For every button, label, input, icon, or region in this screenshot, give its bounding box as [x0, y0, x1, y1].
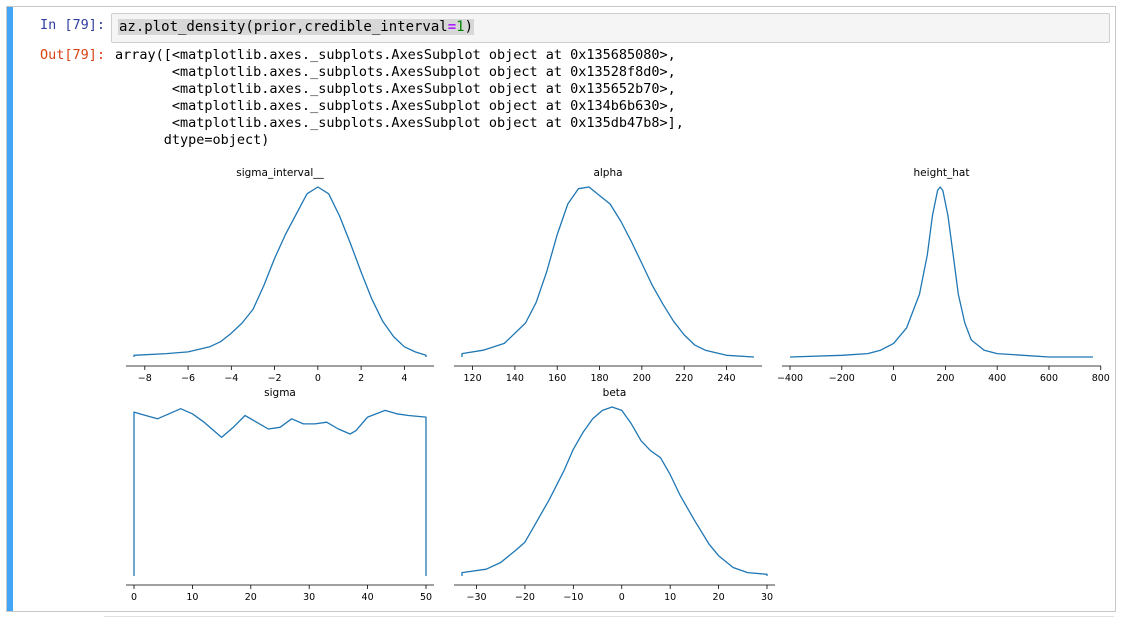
- x-tick-label: 40: [362, 592, 374, 603]
- x-tick-label: 20: [713, 592, 725, 603]
- x-tick-label: 200: [936, 373, 954, 384]
- density-curve: [789, 186, 1093, 358]
- x-tick-label: 10: [664, 592, 676, 603]
- x-tick-label: −8: [138, 373, 152, 384]
- x-tick-label: 220: [675, 373, 693, 384]
- subplot-title: beta: [603, 387, 627, 399]
- x-tick-label: −4: [224, 373, 238, 384]
- x-tick-label: 600: [1040, 373, 1058, 384]
- density-curve: [461, 186, 755, 358]
- x-tick-label: 0: [315, 373, 321, 384]
- x-tick-label: −6: [181, 373, 195, 384]
- x-tick-label: 4: [401, 373, 407, 384]
- x-tick-label: 50: [420, 592, 432, 603]
- x-tick-label: 0: [619, 592, 625, 603]
- x-tick-label: 30: [303, 592, 315, 603]
- subplot-title: sigma_interval__: [236, 167, 324, 179]
- x-tick-label: −20: [515, 592, 535, 603]
- x-tick-label: 140: [506, 373, 524, 384]
- x-tick-label: 20: [245, 592, 257, 603]
- density-curve: [133, 186, 427, 357]
- x-tick-label: 0: [891, 373, 897, 384]
- x-tick-label: 400: [988, 373, 1006, 384]
- x-tick-label: 0: [131, 592, 137, 603]
- x-tick-label: 160: [548, 373, 566, 384]
- x-tick-label: −400: [777, 373, 803, 384]
- subplot-title: sigma: [264, 387, 296, 399]
- x-tick-label: 2: [358, 373, 364, 384]
- x-tick-label: −10: [563, 592, 583, 603]
- density-plots: sigma_interval__−8 −6 −4 −2 0 2 4alpha120 140 16…: [126, 167, 1110, 603]
- subplot-title: height_hat: [914, 167, 970, 179]
- x-tick-label: 10: [186, 592, 198, 603]
- subplot-title: alpha: [593, 167, 622, 179]
- notebook-cell[interactable]: In [79]: az.plot_density(prior,credible_…: [6, 6, 1116, 612]
- x-tick-label: −30: [466, 592, 486, 603]
- next-cell-divider: [104, 616, 1114, 617]
- density-curve: [461, 406, 768, 576]
- density-curve: [133, 408, 427, 576]
- x-tick-label: 180: [590, 373, 608, 384]
- x-tick-label: 200: [633, 373, 651, 384]
- x-tick-label: 800: [1092, 373, 1110, 384]
- x-tick-label: 120: [464, 373, 482, 384]
- x-tick-label: −200: [829, 373, 855, 384]
- x-tick-label: 30: [761, 592, 773, 603]
- x-tick-label: 240: [717, 373, 735, 384]
- x-tick-label: −2: [268, 373, 282, 384]
